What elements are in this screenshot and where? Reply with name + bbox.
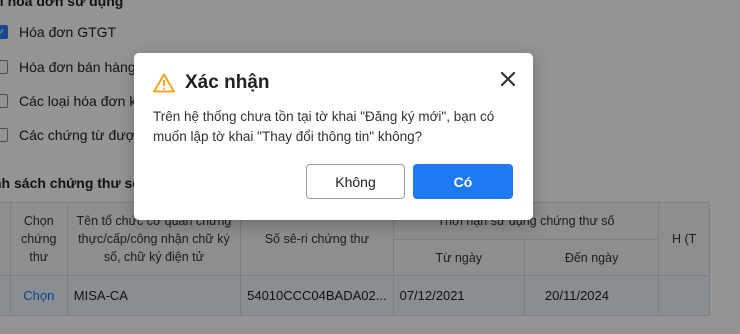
warning-triangle-icon <box>153 73 175 93</box>
dialog-message: Trên hệ thống chưa tồn tại tờ khai "Đăng… <box>153 109 495 144</box>
confirm-dialog: Xác nhận Trên hệ thống chưa tồn tại tờ k… <box>134 53 533 220</box>
close-icon[interactable] <box>499 70 517 88</box>
dialog-header: Xác nhận <box>153 72 269 94</box>
no-button[interactable]: Không <box>306 164 405 199</box>
dialog-title: Xác nhận <box>185 72 270 93</box>
yes-button[interactable]: Có <box>413 164 513 199</box>
